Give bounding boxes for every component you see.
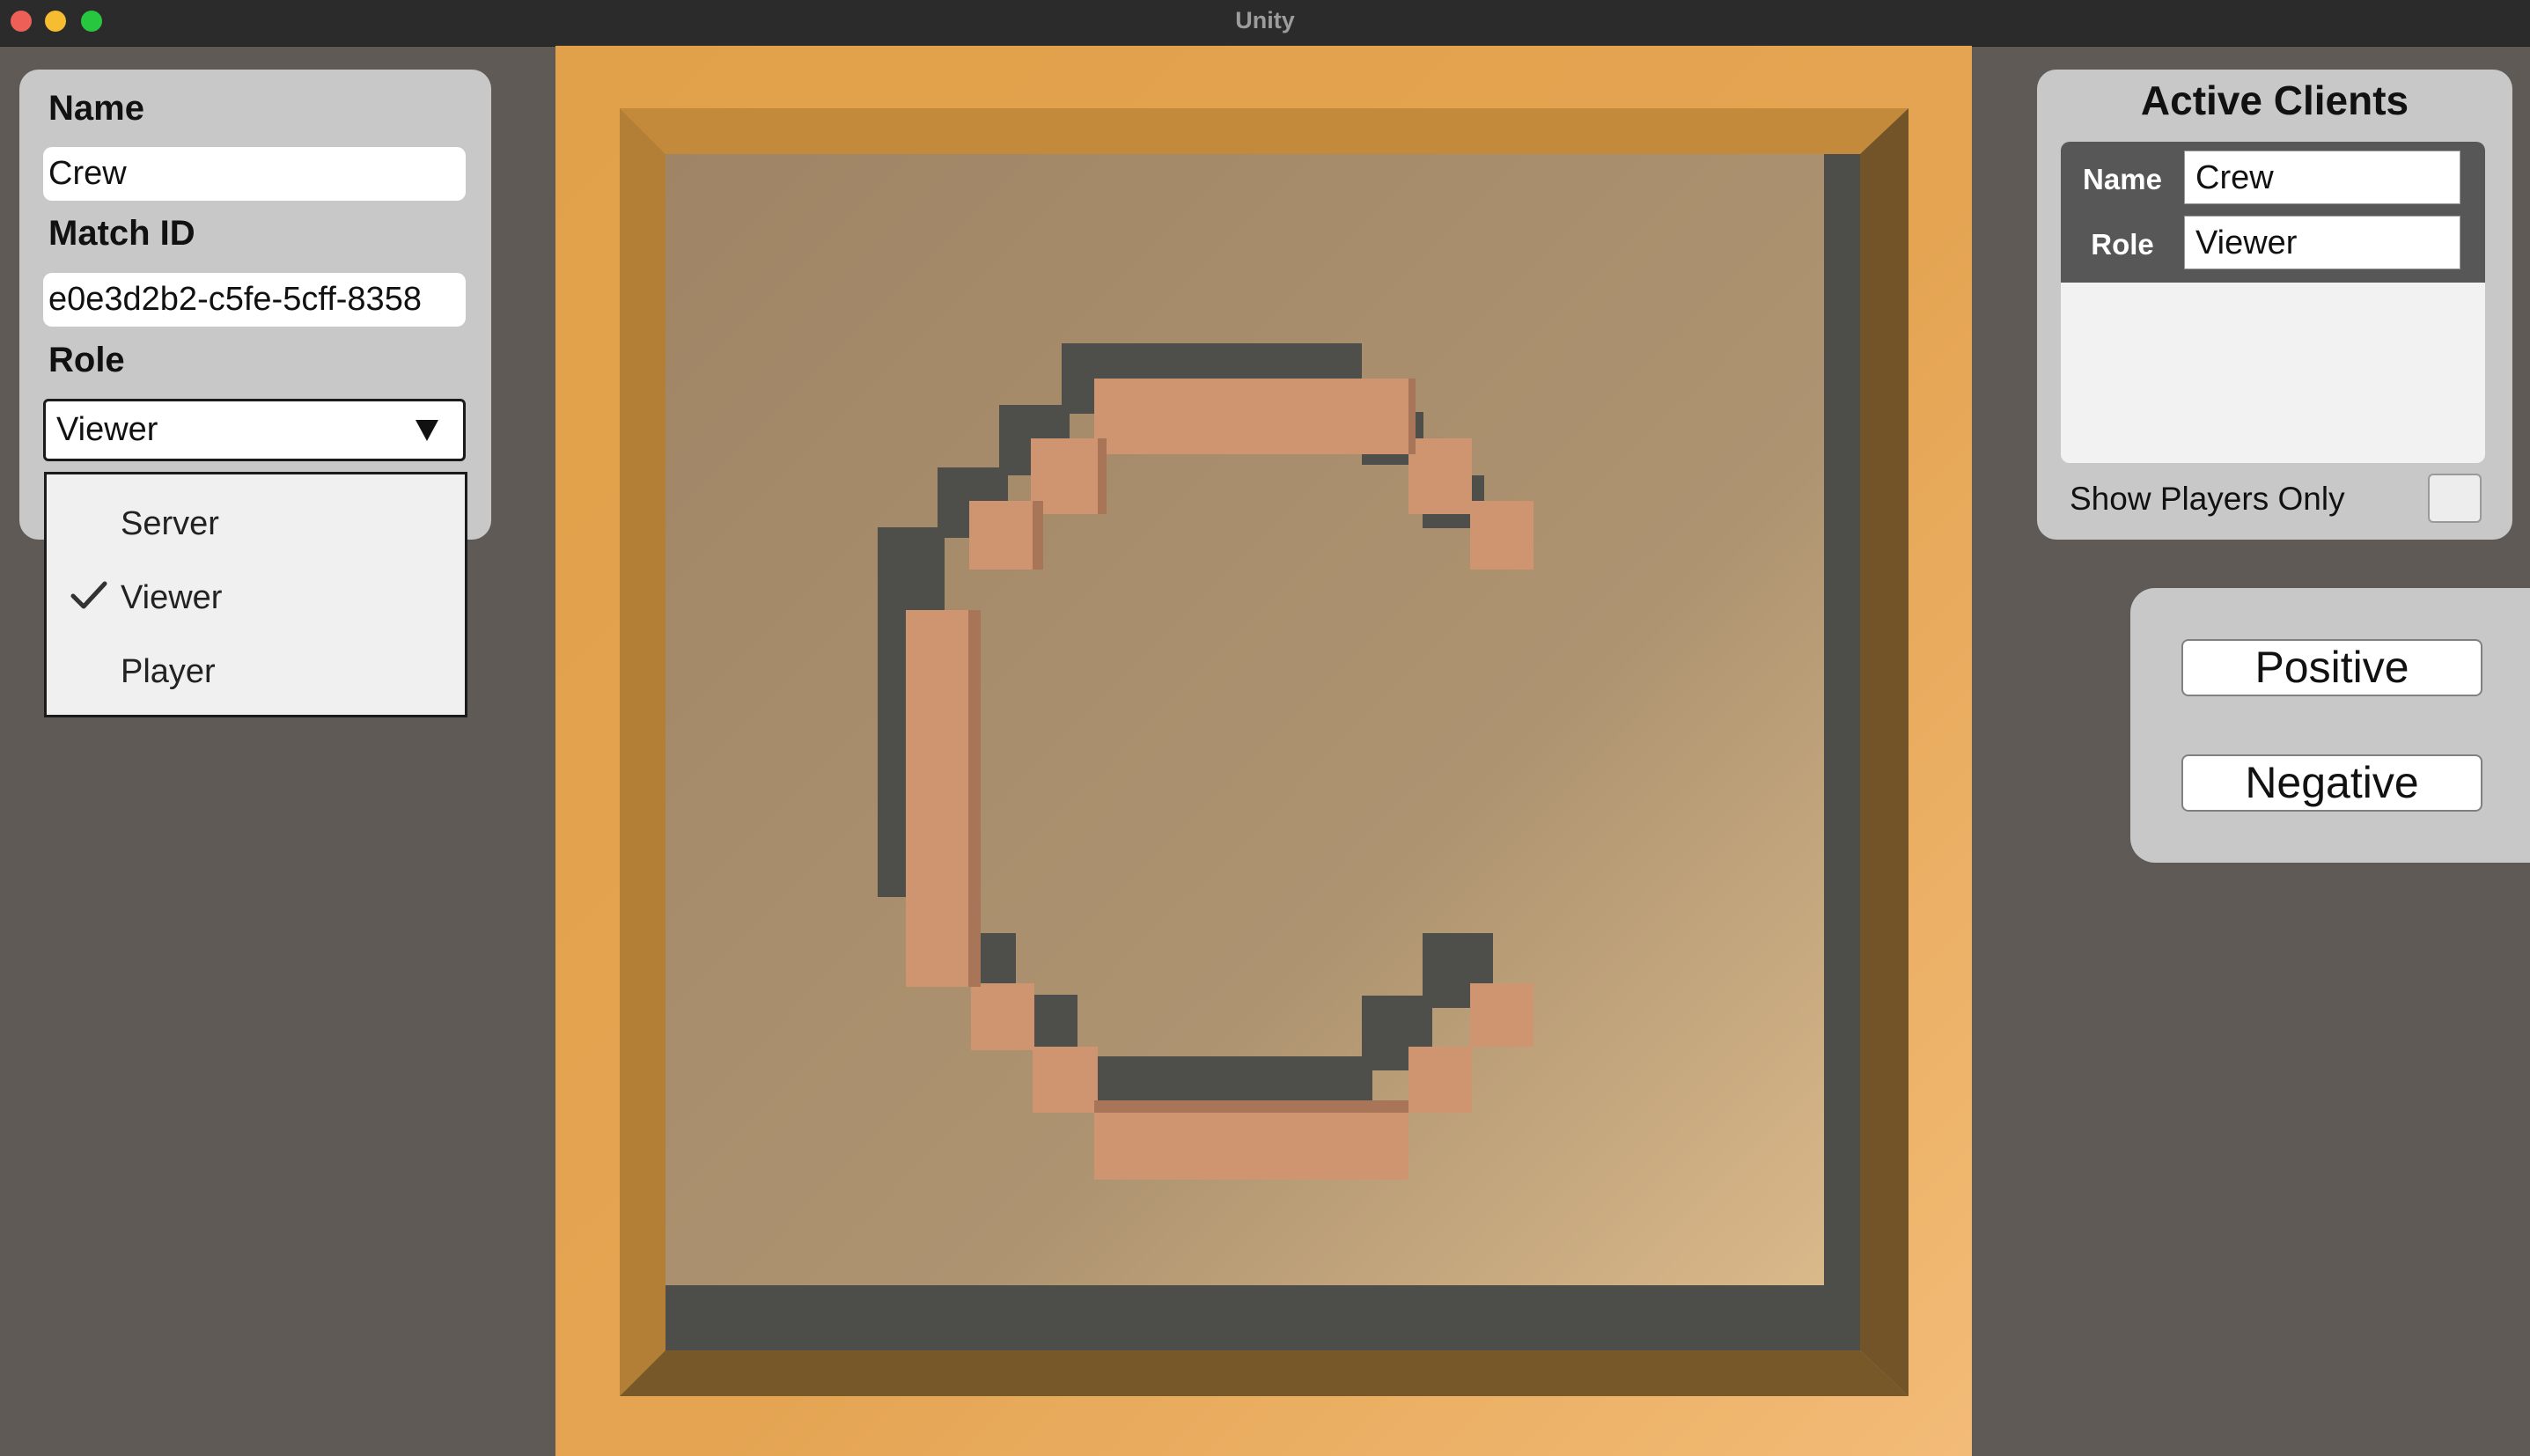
client-entry[interactable]: Name Crew Role Viewer <box>2061 142 2485 283</box>
client-role-key: Role <box>2091 228 2154 261</box>
floor-shadow-bottom <box>666 1285 1860 1350</box>
client-name-value: Crew <box>2184 151 2460 204</box>
frame-left-wall <box>620 108 666 1396</box>
role-option-label: Player <box>121 653 216 690</box>
dropdown-arrow-icon <box>416 420 438 441</box>
window-title: Unity <box>1235 7 1295 33</box>
floor-shadow-right <box>1824 154 1860 1350</box>
role-option-player[interactable]: Player <box>47 635 465 709</box>
connection-panel: Name Crew Match ID e0e3d2b2-c5fe-5cff-83… <box>19 70 491 540</box>
positive-button[interactable]: Positive <box>2181 639 2482 696</box>
match-id-input[interactable]: e0e3d2b2-c5fe-5cff-8358 <box>43 273 466 327</box>
negative-button[interactable]: Negative <box>2181 754 2482 812</box>
show-players-only-checkbox[interactable] <box>2428 474 2482 523</box>
window-titlebar: Unity <box>0 0 2530 47</box>
feedback-panel: Positive Negative <box>2130 588 2530 863</box>
show-players-only-label: Show Players Only <box>2070 481 2345 517</box>
frame-right-wall <box>1860 108 1909 1396</box>
client-name-key: Name <box>2083 163 2162 195</box>
role-label: Role <box>48 341 125 379</box>
role-option-label: Server <box>121 505 219 542</box>
letter-c-board <box>620 108 1909 1396</box>
active-clients-panel: Active Clients Name Crew Role Viewer Sho… <box>2037 70 2512 540</box>
frame-top-wall <box>620 108 1909 154</box>
role-option-viewer[interactable]: Viewer <box>47 561 465 635</box>
name-label: Name <box>48 89 144 128</box>
role-dropdown-value: Viewer <box>56 411 158 448</box>
role-dropdown-menu: Server Viewer Player <box>44 472 467 717</box>
client-role-value: Viewer <box>2184 216 2460 269</box>
match-id-label: Match ID <box>48 214 195 253</box>
role-dropdown[interactable]: Viewer <box>43 399 466 461</box>
role-option-label: Viewer <box>121 579 223 616</box>
game-viewport[interactable] <box>555 46 1972 1456</box>
active-clients-list[interactable]: Name Crew Role Viewer <box>2061 142 2485 463</box>
name-input[interactable]: Crew <box>43 147 466 201</box>
role-option-server[interactable]: Server <box>47 487 465 561</box>
frame-bottom-wall <box>620 1350 1909 1396</box>
checkmark-icon <box>70 581 107 609</box>
active-clients-title: Active Clients <box>2140 77 2409 123</box>
